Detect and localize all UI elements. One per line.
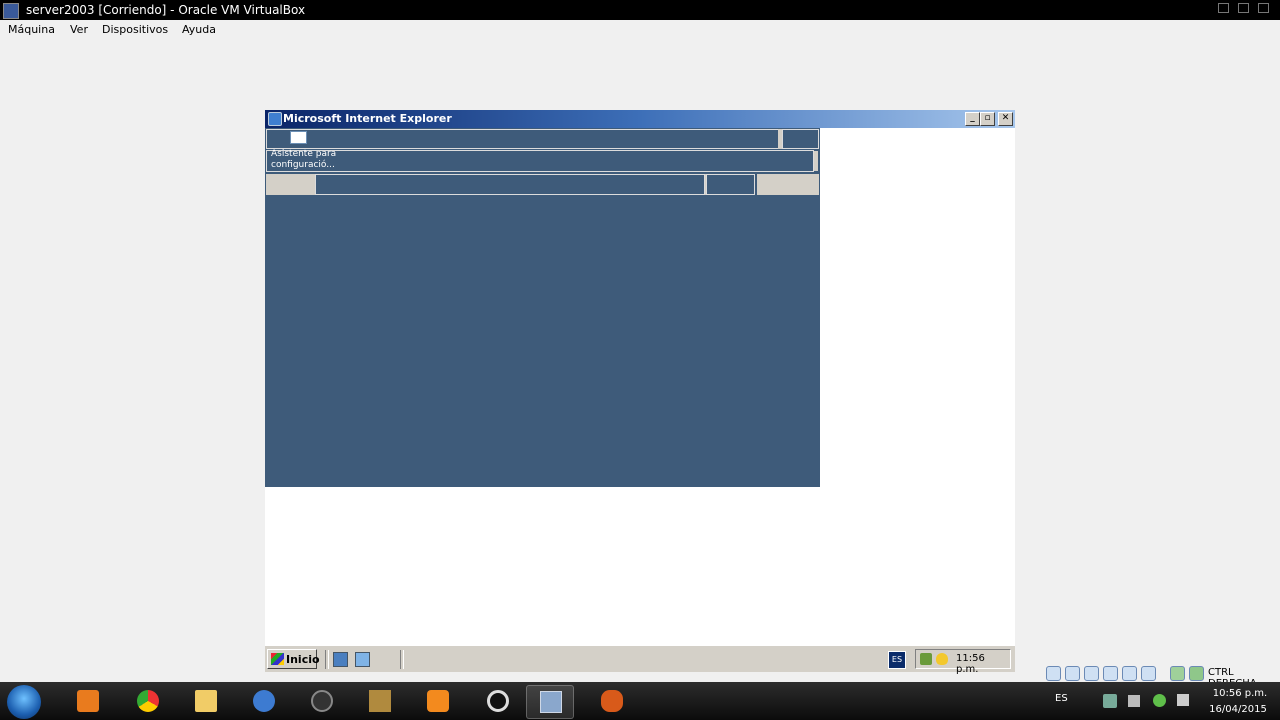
hard-disk-icon[interactable] xyxy=(1046,666,1061,681)
windows-flag-icon xyxy=(271,653,284,665)
display-icon[interactable] xyxy=(1141,666,1156,681)
shield-icon[interactable] xyxy=(936,653,948,665)
tray-app-icon[interactable] xyxy=(1103,694,1117,708)
tray-network-icon[interactable] xyxy=(920,653,932,665)
start-button[interactable]: Inicio xyxy=(267,649,320,669)
show-desktop-icon[interactable] xyxy=(333,652,348,667)
guest-taskbar: Inicio ES 11:56 p.m. xyxy=(265,645,1015,675)
virtualbox-icon xyxy=(540,691,562,713)
usb-icon[interactable] xyxy=(1084,666,1099,681)
start-label: Inicio xyxy=(286,653,320,666)
taskbar-virtualbox[interactable] xyxy=(526,685,574,719)
taskbar-thunderbird[interactable] xyxy=(240,685,286,717)
ie-icon xyxy=(268,112,282,126)
small-panel[interactable] xyxy=(706,174,755,195)
check-icon[interactable] xyxy=(1153,694,1166,707)
taskbar-dosbox[interactable] xyxy=(356,685,402,717)
left-grey-tab[interactable] xyxy=(266,174,315,195)
wizard-label[interactable]: Asistente para configuració... xyxy=(271,149,361,171)
menu-dispositivos[interactable]: Dispositivos xyxy=(102,23,168,36)
ie-content-area: Asistente para configuració... xyxy=(265,128,820,487)
chrome-icon xyxy=(137,690,159,712)
host-key-icon[interactable] xyxy=(1189,666,1204,681)
toolbar-panel xyxy=(266,129,779,149)
network-adapter-icon[interactable] xyxy=(1103,666,1118,681)
host-menu-bar: Máquina Ver Dispositivos Ayuda xyxy=(0,20,1280,40)
settings-icon xyxy=(311,690,333,712)
wizard-panel[interactable]: Asistente para configuració... xyxy=(266,149,814,172)
host-clock[interactable]: 10:56 p.m. xyxy=(1205,688,1275,699)
ie-close-button[interactable]: ✕ xyxy=(998,112,1013,126)
taskbar-settings[interactable] xyxy=(298,685,344,717)
xampp-icon xyxy=(427,690,449,712)
host-title-bar: server2003 [Corriendo] - Oracle VM Virtu… xyxy=(0,0,1280,20)
language-indicator[interactable]: ES xyxy=(888,651,906,669)
ie-title-bar[interactable]: Microsoft Internet Explorer _ ▫ ✕ xyxy=(265,110,1015,128)
guest-clock: 11:56 p.m. xyxy=(956,653,985,675)
start-orb-icon[interactable] xyxy=(7,685,41,719)
ie-minimize-button[interactable]: _ xyxy=(965,112,980,126)
address-panel[interactable] xyxy=(315,174,705,195)
close-icon[interactable] xyxy=(1258,3,1269,13)
minimize-icon[interactable] xyxy=(1218,3,1229,13)
dosbox-icon xyxy=(369,690,391,712)
menu-ver[interactable]: Ver xyxy=(70,23,88,36)
vbox-status-bar: CTRL DERECHA xyxy=(1044,664,1280,689)
media-player-icon xyxy=(77,690,99,712)
signal-icon[interactable] xyxy=(1128,695,1140,707)
menu-maquina[interactable]: Máquina xyxy=(8,23,55,36)
camera-icon xyxy=(487,690,509,712)
taskbar-separator xyxy=(400,650,404,669)
maximize-icon[interactable] xyxy=(1238,3,1249,13)
guest-screen[interactable]: Microsoft Internet Explorer _ ▫ ✕ Asiste… xyxy=(265,110,1015,675)
taskbar-separator xyxy=(325,650,329,669)
recording-icon[interactable] xyxy=(1170,666,1185,681)
taskbar-xampp[interactable] xyxy=(414,685,460,717)
host-window-title: server2003 [Corriendo] - Oracle VM Virtu… xyxy=(26,3,306,17)
optical-drive-icon[interactable] xyxy=(1065,666,1080,681)
file-explorer-icon xyxy=(195,690,217,712)
virtualbox-icon xyxy=(3,3,19,19)
right-grey-tab[interactable] xyxy=(757,174,819,195)
taskbar-media-player[interactable] xyxy=(64,685,110,717)
taskbar-hand-app[interactable] xyxy=(588,685,634,717)
network-icon xyxy=(290,131,307,144)
host-date[interactable]: 16/04/2015 xyxy=(1203,704,1273,715)
taskbar-explorer[interactable] xyxy=(182,685,228,717)
taskbar-chrome[interactable] xyxy=(124,685,170,717)
ie-window-title: Microsoft Internet Explorer xyxy=(283,112,452,125)
thunderbird-icon xyxy=(253,690,275,712)
wizard-scroll-edge xyxy=(814,151,818,171)
guest-system-tray: 11:56 p.m. xyxy=(915,649,1011,675)
hand-icon xyxy=(601,690,623,712)
volume-icon[interactable] xyxy=(1177,694,1189,706)
ie-restore-button[interactable]: ▫ xyxy=(980,112,995,126)
shared-folders-icon[interactable] xyxy=(1122,666,1137,681)
vm-display-area: Microsoft Internet Explorer _ ▫ ✕ Asiste… xyxy=(0,40,1280,675)
taskbar-camera[interactable] xyxy=(474,685,520,717)
ie-quicklaunch-icon[interactable] xyxy=(355,652,370,667)
host-language-indicator[interactable]: ES xyxy=(1055,693,1068,704)
menu-ayuda[interactable]: Ayuda xyxy=(182,23,216,36)
toolbar-side-panel xyxy=(782,129,819,149)
host-system-tray: ES 10:56 p.m. 16/04/2015 xyxy=(1040,682,1280,720)
